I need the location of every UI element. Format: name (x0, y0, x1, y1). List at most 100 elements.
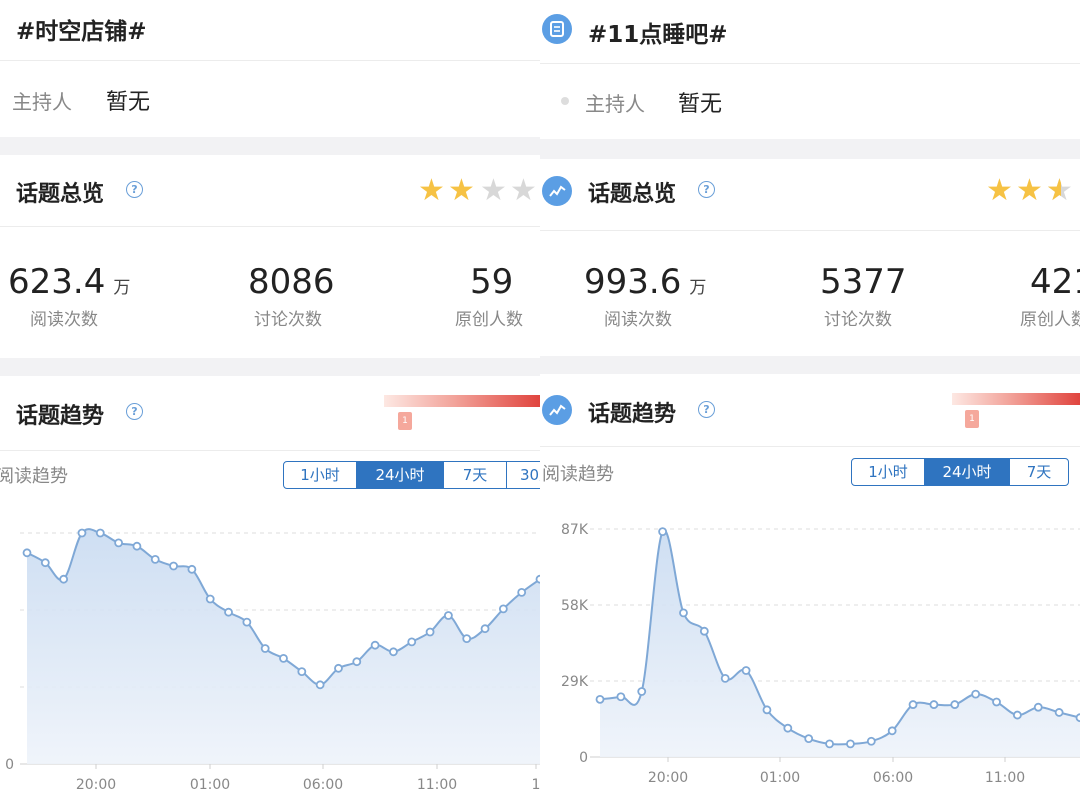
data-point (1012, 710, 1022, 720)
tab-1h[interactable]: 1小时 (284, 462, 357, 488)
y-tick-label: 29K (561, 674, 589, 690)
right-topic-panel: #11点睡吧# 主持人 暂无 话题总览 ? ★ ★ ★ ★ 993.6 万 阅读次… (540, 0, 1080, 809)
heat-scale (384, 395, 540, 407)
data-point (169, 561, 178, 571)
star-icon: ★ (986, 173, 1013, 208)
y-tick-label: 87K (561, 522, 589, 538)
data-point (971, 689, 981, 699)
y-tick-label: 0 (579, 750, 588, 766)
topic-icon (542, 14, 572, 44)
data-point (443, 611, 453, 620)
data-point (804, 734, 814, 744)
host-value: 暂无 (106, 90, 151, 115)
data-point (22, 548, 32, 558)
data-point (480, 624, 490, 634)
help-icon[interactable]: ? (126, 181, 143, 198)
read-trend-chart: 0 29K 58K 87K 20:00 01:00 06:00 11:00 (561, 522, 1080, 786)
data-point (187, 564, 197, 574)
data-point (242, 617, 252, 627)
x-tick-label: 11:00 (417, 777, 457, 793)
reads-value: 993.6 万 (584, 262, 707, 302)
data-point (658, 527, 668, 537)
x-tick-label: 06:00 (873, 770, 913, 786)
data-point (334, 663, 343, 673)
data-point (762, 705, 772, 715)
data-point (59, 574, 69, 584)
originals-label: 原创人数 (1020, 310, 1080, 330)
data-point (699, 626, 709, 636)
time-range-tabs: 1小时 24小时 7天 (851, 458, 1069, 486)
help-icon[interactable]: ? (126, 403, 143, 420)
y-tick-label: 0 (5, 757, 14, 773)
data-point (908, 700, 918, 709)
left-topic-panel: #时空店铺# 主持人 暂无 话题总览 ? ★ ★ ★ ★ 623.4 万 阅读次数… (0, 0, 540, 809)
data-point (389, 647, 398, 657)
data-point (95, 528, 105, 538)
data-point (297, 667, 307, 677)
trend-icon (542, 395, 572, 425)
star-icon: ★ (1016, 173, 1043, 208)
x-tick-label: 01:00 (760, 770, 800, 786)
overview-title: 话题总览 (588, 182, 677, 207)
heat-marker: 1 (965, 410, 979, 428)
chart-label: 阅读趋势 (0, 466, 68, 487)
data-point (132, 541, 142, 551)
data-point (679, 608, 688, 618)
data-point (887, 726, 897, 736)
data-point (77, 528, 87, 538)
half-star-icon: ★ (1046, 176, 1061, 206)
data-point (825, 739, 834, 749)
bullet-dot (561, 97, 569, 105)
data-point (595, 694, 605, 704)
data-point (315, 680, 325, 690)
host-label: 主持人 (12, 90, 72, 114)
discussions-value: 8086 (248, 262, 335, 302)
data-point (783, 723, 793, 733)
trend-title: 话题趋势 (588, 402, 677, 427)
chart-label: 阅读趋势 (542, 464, 614, 485)
data-point (992, 697, 1001, 707)
help-icon[interactable]: ? (698, 401, 715, 418)
data-point (407, 637, 417, 647)
data-point (950, 700, 960, 709)
discussions-value: 5377 (820, 262, 907, 302)
data-point (279, 653, 288, 663)
data-point (637, 687, 647, 696)
data-point (866, 736, 876, 746)
data-point (114, 538, 124, 548)
data-point (260, 644, 270, 653)
data-point (1054, 708, 1064, 717)
data-point (205, 594, 215, 604)
tab-24h[interactable]: 24小时 (925, 459, 1010, 485)
data-point (462, 634, 472, 643)
overview-icon (542, 176, 572, 206)
tab-7d[interactable]: 7天 (444, 462, 507, 488)
series-area (600, 530, 1080, 757)
data-point (40, 558, 50, 568)
data-point (150, 555, 160, 564)
data-point (1033, 702, 1043, 712)
reads-label: 阅读次数 (604, 310, 672, 330)
data-point (224, 607, 233, 617)
tab-1h[interactable]: 1小时 (852, 459, 925, 485)
tab-24h[interactable]: 24小时 (357, 462, 444, 488)
star-icon: ★ (480, 173, 507, 208)
discussions-label: 讨论次数 (824, 310, 892, 330)
data-point (352, 657, 362, 667)
data-point (846, 739, 855, 749)
data-point (929, 700, 939, 709)
data-point (1075, 713, 1080, 723)
tab-30d[interactable]: 30天 (507, 462, 540, 488)
data-point (425, 627, 435, 637)
x-tick-label: 20:00 (648, 770, 688, 786)
tab-7d[interactable]: 7天 (1010, 459, 1068, 485)
data-point (741, 666, 751, 675)
overview-title: 话题总览 (16, 182, 105, 207)
host-label: 主持人 (585, 92, 645, 116)
time-range-tabs: 1小时 24小时 7天 30天 (283, 461, 540, 489)
help-icon[interactable]: ? (698, 181, 715, 198)
data-point (616, 692, 626, 702)
star-icon: ★ (448, 173, 475, 208)
star-icon: ★ (510, 173, 537, 208)
y-tick-label: 58K (561, 598, 589, 614)
